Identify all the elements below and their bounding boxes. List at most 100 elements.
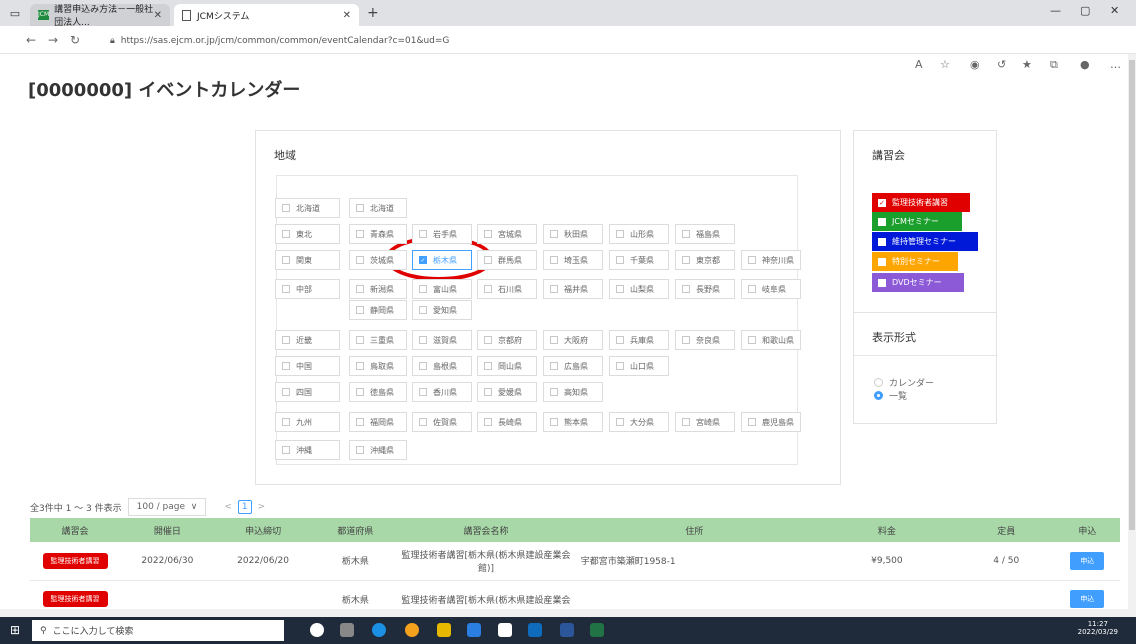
store-icon[interactable] <box>467 623 481 637</box>
prefecture-checkbox[interactable]: 岩手県 <box>412 224 472 244</box>
collections-icon[interactable]: ⧉ <box>1050 58 1058 72</box>
horizontal-scrollbar[interactable] <box>0 609 1136 617</box>
taskbar-search[interactable]: ⚲ ここに入力して検索 <box>32 620 284 641</box>
prefecture-checkbox[interactable]: 鳥取県 <box>349 356 407 376</box>
prefecture-checkbox[interactable]: 長野県 <box>675 279 735 299</box>
prefecture-checkbox[interactable]: 静岡県 <box>349 300 407 320</box>
prefecture-checkbox[interactable]: 鹿児島県 <box>741 412 801 432</box>
prefecture-checkbox[interactable]: 東京都 <box>675 250 735 270</box>
prefecture-checkbox[interactable]: 千葉県 <box>609 250 669 270</box>
settings-icon[interactable] <box>498 623 512 637</box>
prefecture-checkbox[interactable]: 愛媛県 <box>477 382 537 402</box>
prefecture-checkbox[interactable]: 岐阜県 <box>741 279 801 299</box>
column-header[interactable]: 講習会名称 <box>399 518 573 542</box>
prefecture-checkbox[interactable]: 山口県 <box>609 356 669 376</box>
prefecture-checkbox[interactable]: 愛知県 <box>412 300 472 320</box>
prefecture-checkbox[interactable]: 高知県 <box>543 382 603 402</box>
area-checkbox[interactable]: 九州 <box>275 412 340 432</box>
prefecture-checkbox[interactable]: 大分県 <box>609 412 669 432</box>
prefecture-checkbox[interactable]: 沖縄県 <box>349 440 407 460</box>
area-checkbox[interactable]: 四国 <box>275 382 340 402</box>
prefecture-checkbox[interactable]: 兵庫県 <box>609 330 669 350</box>
tab-actions-icon[interactable]: ▭ <box>0 7 30 20</box>
prefecture-checkbox[interactable]: 大阪府 <box>543 330 603 350</box>
page-number[interactable]: 1 <box>237 500 252 514</box>
area-checkbox[interactable]: 北海道 <box>275 198 340 218</box>
area-checkbox[interactable]: 関東 <box>275 250 340 270</box>
prefecture-checkbox[interactable]: 長崎県 <box>477 412 537 432</box>
browser-tab-2[interactable]: JCMシステム ✕ <box>174 4 359 26</box>
back-icon[interactable]: ← <box>20 33 42 47</box>
prefecture-checkbox[interactable]: 北海道 <box>349 198 407 218</box>
course-filter-chip[interactable]: 維持管理セミナー <box>872 232 978 251</box>
area-checkbox[interactable]: 近畿 <box>275 330 340 350</box>
chrome-icon[interactable] <box>405 623 419 637</box>
column-header[interactable]: 開催日 <box>120 518 215 542</box>
prefecture-checkbox[interactable]: 京都府 <box>477 330 537 350</box>
apply-button[interactable]: 申込 <box>1070 590 1105 608</box>
browser-tab-1[interactable]: JCM 講習申込み方法－一般社団法人... ✕ <box>30 4 170 28</box>
table-row[interactable]: 監理技術者講習 2022/06/30 2022/06/20 栃木県 監理技術者講習[栃木… <box>30 542 1120 581</box>
explorer-icon[interactable] <box>437 623 451 637</box>
column-header[interactable]: 住所 <box>572 518 816 542</box>
new-tab-icon[interactable]: + <box>367 5 379 21</box>
prefecture-checkbox[interactable]: 三重県 <box>349 330 407 350</box>
next-page-icon[interactable]: > <box>258 502 266 512</box>
prefecture-checkbox[interactable]: 山形県 <box>609 224 669 244</box>
close-tab-icon[interactable]: ✕ <box>343 10 351 21</box>
column-header[interactable]: 申込 <box>1054 518 1120 542</box>
prefecture-checkbox[interactable]: 青森県 <box>349 224 407 244</box>
prefecture-checkbox[interactable]: ✓ 栃木県 <box>412 250 472 270</box>
area-checkbox[interactable]: 東北 <box>275 224 340 244</box>
prefecture-checkbox[interactable]: 茨城県 <box>349 250 407 270</box>
scrollbar-thumb[interactable] <box>1129 60 1135 530</box>
profile-icon[interactable]: ● <box>1080 58 1090 71</box>
prefecture-checkbox[interactable]: 宮城県 <box>477 224 537 244</box>
course-filter-chip[interactable]: ✓ 監理技術者講習 <box>872 193 970 212</box>
prefecture-checkbox[interactable]: 福岡県 <box>349 412 407 432</box>
menu-icon[interactable]: … <box>1110 58 1121 71</box>
prefecture-checkbox[interactable]: 熊本県 <box>543 412 603 432</box>
prefecture-checkbox[interactable]: 奈良県 <box>675 330 735 350</box>
radio-list[interactable]: 一覧 <box>874 389 907 402</box>
prefecture-checkbox[interactable]: 滋賀県 <box>412 330 472 350</box>
radio-calendar[interactable]: カレンダー <box>874 376 934 389</box>
favorites-icon[interactable]: ★ <box>1022 58 1032 71</box>
area-checkbox[interactable]: 沖縄 <box>275 440 340 460</box>
url-field[interactable]: 🔒︎ https://sas.ejcm.or.jp/jcm/common/com… <box>110 32 945 50</box>
reload-icon[interactable]: ↻ <box>64 33 86 47</box>
refresh-ext-icon[interactable]: ↺ <box>997 58 1006 71</box>
prefecture-checkbox[interactable]: 秋田県 <box>543 224 603 244</box>
course-filter-chip[interactable]: 特別セミナー <box>872 252 958 271</box>
prefecture-checkbox[interactable]: 広島県 <box>543 356 603 376</box>
column-header[interactable]: 料金 <box>815 518 958 542</box>
prefecture-checkbox[interactable]: 福島県 <box>675 224 735 244</box>
extension-icon[interactable]: ◉ <box>970 58 980 71</box>
excel-icon[interactable] <box>590 623 604 637</box>
cortana-icon[interactable] <box>310 623 324 637</box>
course-filter-chip[interactable]: JCMセミナー <box>872 212 962 231</box>
word-icon[interactable] <box>560 623 574 637</box>
prefecture-checkbox[interactable]: 新潟県 <box>349 279 407 299</box>
prefecture-checkbox[interactable]: 島根県 <box>412 356 472 376</box>
edge-icon[interactable] <box>372 623 386 637</box>
close-tab-icon[interactable]: ✕ <box>154 10 162 21</box>
prefecture-checkbox[interactable]: 神奈川県 <box>741 250 801 270</box>
prefecture-checkbox[interactable]: 佐賀県 <box>412 412 472 432</box>
close-window-icon[interactable]: ✕ <box>1110 4 1119 17</box>
outlook-icon[interactable] <box>528 623 542 637</box>
prev-page-icon[interactable]: < <box>224 502 232 512</box>
column-header[interactable]: 申込締切 <box>214 518 312 542</box>
column-header[interactable]: 都道府県 <box>311 518 400 542</box>
column-header[interactable]: 定員 <box>957 518 1055 542</box>
prefecture-checkbox[interactable]: 埼玉県 <box>543 250 603 270</box>
task-view-icon[interactable] <box>340 623 354 637</box>
favorite-icon[interactable]: ☆ <box>940 58 950 71</box>
prefecture-checkbox[interactable]: 群馬県 <box>477 250 537 270</box>
prefecture-checkbox[interactable]: 石川県 <box>477 279 537 299</box>
minimize-icon[interactable]: — <box>1050 4 1061 17</box>
page-size-select[interactable]: 100 / page ∨ <box>127 498 207 516</box>
maximize-icon[interactable]: ▢ <box>1080 4 1090 17</box>
area-checkbox[interactable]: 中部 <box>275 279 340 299</box>
column-header[interactable]: 講習会 <box>30 518 121 542</box>
